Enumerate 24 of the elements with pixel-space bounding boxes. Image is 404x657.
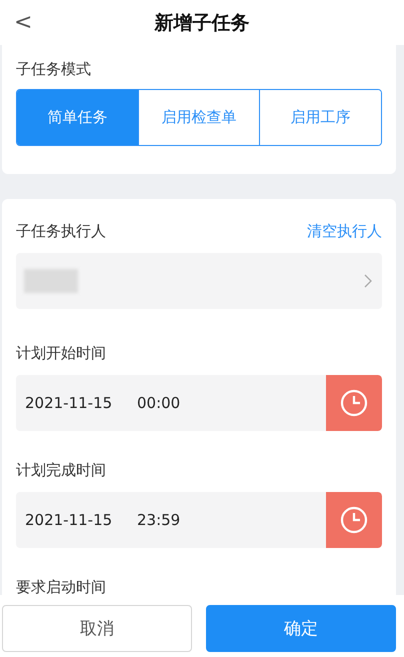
mode-option[interactable]: 简单任务 — [17, 90, 138, 145]
clock-icon — [340, 389, 368, 417]
date-value: 2021-11-15 — [25, 511, 114, 529]
datetime-field[interactable]: 2021-11-15 23:59 — [16, 492, 382, 548]
time-picker-button[interactable] — [326, 375, 382, 431]
chevron-right-icon — [364, 274, 372, 288]
field-label: 计划开始时间 — [16, 343, 107, 364]
time-value: 00:00 — [137, 394, 182, 412]
redacted-value — [24, 269, 78, 293]
clear-executor-link[interactable]: 清空执行人 — [307, 222, 382, 240]
clock-icon — [340, 506, 368, 534]
time-picker-button[interactable] — [326, 492, 382, 548]
confirm-button[interactable]: 确定 — [206, 605, 396, 652]
back-button[interactable]: < — [8, 8, 38, 37]
date-value: 2021-11-15 — [25, 394, 114, 412]
datetime-field[interactable]: 2021-11-15 00:00 — [16, 375, 382, 431]
time-value: 23:59 — [137, 511, 182, 529]
page-title: 新增子任务 — [154, 10, 250, 36]
mode-option[interactable]: 启用工序 — [259, 90, 381, 145]
field-label: 计划完成时间 — [16, 460, 107, 481]
cancel-button[interactable]: 取消 — [2, 605, 192, 652]
field-label: 要求启动时间 — [16, 577, 107, 595]
field-label: 子任务模式 — [16, 59, 92, 80]
field-label: 子任务执行人 — [16, 221, 106, 242]
